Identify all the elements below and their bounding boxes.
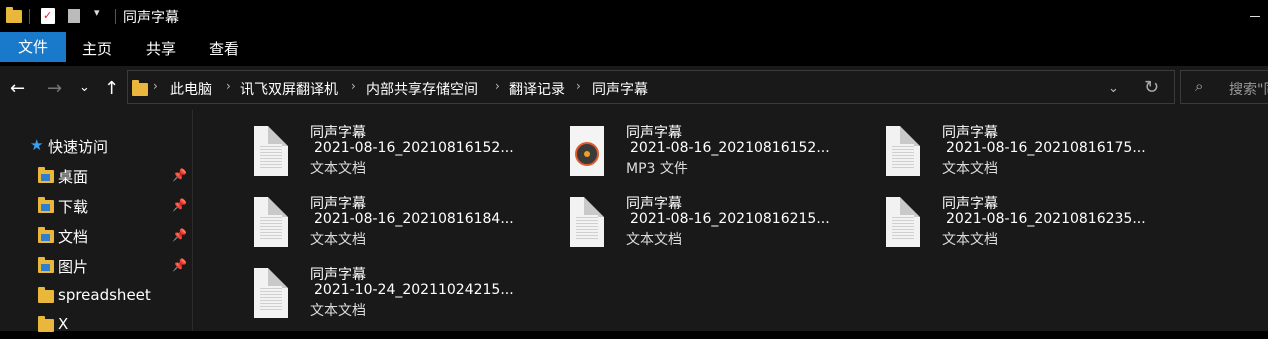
file-type: 文本文档 [942,232,998,248]
text-document-icon [254,126,288,176]
file-name: 同声字幕 [942,196,998,212]
file-detail: 2021-08-16_20210816215... [630,211,830,227]
file-name: 同声字幕 [626,196,682,212]
text-document-icon [886,197,920,247]
pin-icon[interactable]: 📌 [172,198,187,212]
star-icon: ★ [30,136,44,154]
pin-icon[interactable]: 📌 [172,168,187,182]
back-arrow-icon[interactable]: ← [10,78,25,99]
refresh-icon[interactable]: ↻ [1144,77,1159,98]
sidebar-item-label: 桌面 [58,168,89,186]
file-name: 同声字幕 [310,267,366,283]
pin-icon[interactable]: 📌 [172,228,187,242]
file-item[interactable]: 同声字幕 2021-08-16_20210816235... 文本文档 [886,195,1186,259]
file-type: MP3 文件 [626,161,688,177]
file-type: 文本文档 [626,232,682,248]
tab-share[interactable]: 共享 [146,38,176,59]
breadcrumb-translation-records[interactable]: 翻译记录 [509,79,565,99]
new-folder-icon[interactable] [68,9,80,23]
forward-arrow-icon[interactable]: → [47,78,62,99]
tab-home[interactable]: 主页 [82,38,112,59]
tab-view[interactable]: 查看 [209,38,239,59]
text-document-icon [570,197,604,247]
text-document-icon [254,197,288,247]
sidebar-item-label: 图片 [58,258,89,276]
minimize-button[interactable] [1246,4,1266,24]
navigation-bar: ← → ⌄ ↑ › 此电脑 › 讯飞双屏翻译机 › 内部共享存储空间 › 翻译记… [0,66,1268,110]
file-item[interactable]: 同声字幕 2021-08-16_20210816184... 文本文档 [254,195,554,259]
folder-icon[interactable] [6,7,22,23]
file-name: 同声字幕 [942,125,998,141]
downloads-folder-icon [38,197,54,213]
file-item[interactable]: 同声字幕 2021-08-16_20210816175... 文本文档 [886,124,1186,188]
address-dropdown-icon[interactable]: ⌄ [1108,81,1119,96]
file-detail: 2021-08-16_20210816152... [630,140,830,156]
title-bar: ✓ ▾ 同声字幕 [0,0,1268,32]
search-icon: ⌕ [1195,77,1204,95]
sidebar-item-label: 文档 [58,228,89,246]
search-placeholder: 搜索"同声字幕" [1229,82,1268,98]
file-item[interactable]: 同声字幕 2021-10-24_20211024215... 文本文档 [254,266,554,330]
ribbon-tabs: 文件 主页 共享 查看 [0,32,1268,62]
properties-icon[interactable]: ✓ [41,8,55,24]
sidebar-item-label: 快速访问 [48,138,109,156]
window-title: 同声字幕 [123,10,179,26]
file-item[interactable]: 同声字幕 2021-08-16_20210816215... 文本文档 [570,195,870,259]
text-document-icon [254,268,288,318]
breadcrumb-current-folder[interactable]: 同声字幕 [592,79,648,99]
file-list: 同声字幕 2021-08-16_20210816152... 文本文档 同声字幕… [193,110,1268,331]
breadcrumb-separator-icon[interactable]: › [576,79,581,93]
sidebar-item-label: X [58,315,69,333]
file-item[interactable]: 同声字幕 2021-08-16_20210816152... 文本文档 [254,124,554,188]
file-type: 文本文档 [310,303,366,319]
file-type: 文本文档 [310,232,366,248]
up-arrow-icon[interactable]: ↑ [104,78,119,99]
folder-icon [38,316,54,332]
desktop-folder-icon [38,167,54,183]
navigation-pane: ★ 快速访问 桌面 📌 下载 📌 文档 📌 图片 📌 spreadsheet X [0,110,192,333]
breadcrumb-separator-icon[interactable]: › [351,79,356,93]
pictures-folder-icon [38,257,54,273]
text-document-icon [886,126,920,176]
file-detail: 2021-08-16_20210816235... [946,211,1146,227]
tab-file[interactable]: 文件 [0,32,66,62]
mp3-file-icon [570,126,604,176]
search-box[interactable]: ⌕ 搜索"同声字幕" [1180,70,1268,104]
file-name: 同声字幕 [310,196,366,212]
address-folder-icon [132,80,148,96]
breadcrumb-separator-icon[interactable]: › [226,79,231,93]
breadcrumb-this-pc[interactable]: 此电脑 [170,79,212,99]
sidebar-item-label: spreadsheet [58,286,151,304]
address-bar[interactable]: › 此电脑 › 讯飞双屏翻译机 › 内部共享存储空间 › 翻译记录 › 同声字幕… [127,70,1175,104]
breadcrumb-internal-storage[interactable]: 内部共享存储空间 [366,79,478,99]
folder-icon [38,287,54,303]
file-name: 同声字幕 [626,125,682,141]
file-name: 同声字幕 [310,125,366,141]
breadcrumb-device[interactable]: 讯飞双屏翻译机 [240,79,338,99]
file-detail: 2021-08-16_20210816175... [946,140,1146,156]
customize-dropdown-icon[interactable]: ▾ [94,6,100,19]
file-detail: 2021-08-16_20210816184... [314,211,514,227]
documents-folder-icon [38,227,54,243]
sidebar-item-label: 下载 [58,198,89,216]
file-type: 文本文档 [310,161,366,177]
file-item[interactable]: 同声字幕 2021-08-16_20210816152... MP3 文件 [570,124,870,188]
title-divider [115,9,116,24]
breadcrumb-separator-icon[interactable]: › [153,79,158,93]
toolbar-divider [29,9,30,24]
recent-locations-chevron-icon[interactable]: ⌄ [79,80,90,95]
file-detail: 2021-10-24_20211024215... [314,282,514,298]
file-type: 文本文档 [942,161,998,177]
file-detail: 2021-08-16_20210816152... [314,140,514,156]
breadcrumb-separator-icon[interactable]: › [495,79,500,93]
pin-icon[interactable]: 📌 [172,258,187,272]
